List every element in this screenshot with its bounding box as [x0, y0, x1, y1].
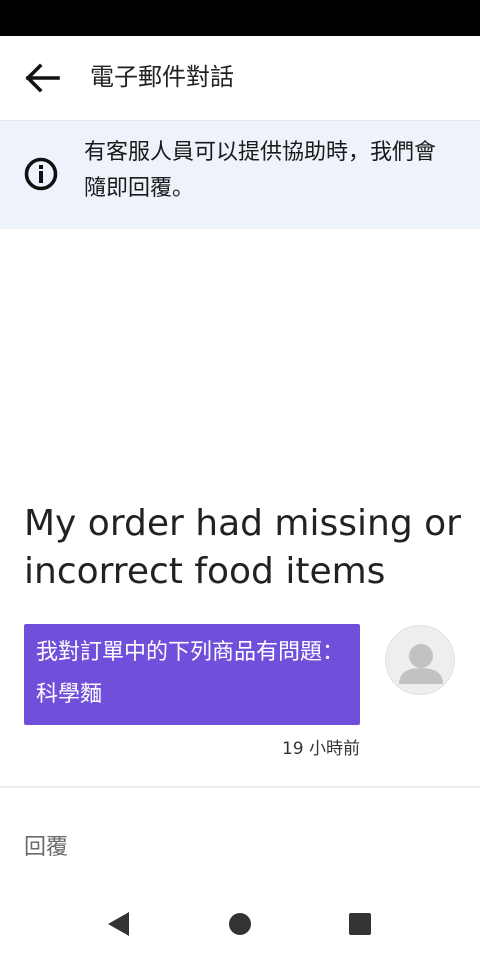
- message-timestamp: 19 小時前: [281, 739, 360, 759]
- avatar: [385, 625, 455, 695]
- reply-button[interactable]: 回覆: [24, 832, 68, 864]
- info-icon: [24, 157, 58, 191]
- divider: [0, 786, 480, 788]
- app-bar: 電子郵件對話: [0, 36, 480, 121]
- circle-home-icon: [229, 913, 251, 935]
- arrow-left-icon: [25, 63, 60, 93]
- person-icon: [399, 644, 443, 684]
- nav-home-button[interactable]: [224, 908, 256, 940]
- conversation-subject: My order had missing or incorrect food i…: [24, 503, 461, 592]
- page-title: 電子郵件對話: [90, 63, 234, 91]
- system-nav-bar: [0, 886, 480, 960]
- message-bubble: 我對訂單中的下列商品有問題：科學麵: [24, 624, 360, 725]
- square-recents-icon: [349, 913, 371, 935]
- nav-back-button[interactable]: [102, 908, 134, 940]
- info-banner: 有客服人員可以提供協助時，我們會隨即回覆。: [0, 121, 480, 229]
- triangle-back-icon: [108, 912, 129, 936]
- nav-recents-button[interactable]: [344, 908, 376, 940]
- back-button[interactable]: [22, 58, 62, 98]
- status-bar: [0, 0, 480, 36]
- banner-message: 有客服人員可以提供協助時，我們會隨即回覆。: [84, 140, 437, 201]
